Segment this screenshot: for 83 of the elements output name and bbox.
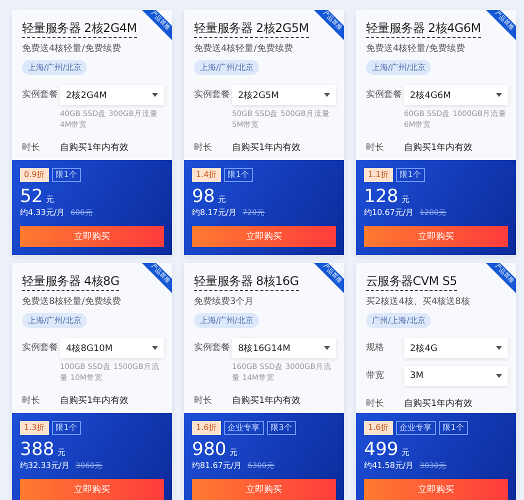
region-tag: 上海/广州/北京: [194, 60, 260, 75]
region-tag: 上海/广州/北京: [366, 60, 432, 75]
discount-badge: 1.4折: [192, 168, 221, 182]
region-tag: 上海/广州/北京: [194, 313, 260, 328]
limit-badge: 限1个: [224, 168, 253, 182]
limit-badge: 企业专享: [224, 421, 264, 435]
price: 980: [192, 439, 226, 460]
duration-text: 自购买1年内有效: [232, 142, 302, 155]
select-field[interactable]: 2核2G5M: [232, 85, 336, 105]
field-label: 规格: [366, 342, 385, 355]
caret-icon: [496, 93, 502, 97]
caret-icon: [152, 346, 158, 350]
select-field[interactable]: 3M: [404, 366, 508, 386]
product-title: 轻量服务器 8核16G: [194, 273, 299, 291]
product-subtitle: 免费送4核轻量/免费续费: [22, 42, 122, 55]
product-subtitle: 免费送8核轻量/免费续费: [22, 296, 122, 308]
product-title: 轻量服务器 4核8G: [22, 273, 120, 291]
limit-badge: 限1个: [52, 421, 81, 435]
price-unit: 元: [401, 194, 410, 205]
monthly-price: 约41.58元/月: [364, 460, 414, 471]
field-label: 实例套餐: [194, 342, 231, 355]
price-unit: 元: [229, 447, 238, 458]
discount-badge: 1.1折: [364, 168, 393, 182]
field-label: 实例套餐: [366, 88, 403, 102]
price: 388: [20, 439, 54, 460]
select-field[interactable]: 8核16G14M: [232, 338, 336, 358]
price: 128: [364, 186, 398, 207]
caret-icon: [496, 346, 502, 350]
field-label: 时长: [22, 394, 41, 408]
caret-icon: [496, 374, 502, 378]
select-field[interactable]: 2核2G4M: [60, 85, 164, 105]
product-title: 云服务器CVM S5: [366, 273, 458, 291]
price: 98: [192, 186, 215, 207]
limit-badge: 限1个: [438, 421, 468, 435]
duration-text: 自购买1年内有效: [60, 142, 130, 155]
product-title: 轻量服务器 2核4G6M: [366, 20, 481, 38]
caret-icon: [324, 346, 330, 350]
field-label: 实例套餐: [22, 342, 59, 355]
price-unit: 元: [57, 447, 66, 458]
price: 499: [364, 439, 398, 460]
duration-text: 自购买1年内有效: [232, 394, 302, 408]
product-title: 轻量服务器 2核2G4M: [22, 20, 137, 38]
region-tag: 上海/广州/北京: [22, 313, 88, 328]
monthly-price: 约10.67元/月: [364, 207, 414, 218]
field-label: 实例套餐: [22, 88, 59, 102]
price-unit: 元: [46, 194, 54, 205]
field-label: 带宽: [366, 370, 385, 383]
caret-icon: [324, 93, 330, 97]
field-label: 时长: [366, 398, 385, 411]
region-tag: 上海/广州/北京: [22, 60, 88, 75]
field-label: 时长: [194, 394, 213, 408]
field-label: 实例套餐: [194, 88, 231, 102]
price-unit: 元: [218, 194, 226, 205]
product-subtitle: 免费送4核轻量/免费续费: [366, 42, 466, 55]
select-field[interactable]: 2核4G: [404, 338, 508, 358]
monthly-price: 约4.33元/月: [20, 207, 65, 218]
price: 52: [20, 186, 43, 207]
discount-badge: 1.3折: [20, 421, 49, 435]
limit-badge: 限3个: [266, 421, 296, 435]
limit-badge: 限1个: [52, 168, 81, 182]
monthly-price: 约81.67元/月: [192, 460, 242, 471]
limit-badge: 企业专享: [396, 421, 436, 435]
product-title: 轻量服务器 2核2G5M: [194, 20, 309, 38]
caret-icon: [152, 93, 158, 97]
limit-badge: 限1个: [396, 168, 425, 182]
discount-badge: 1.6折: [192, 421, 221, 435]
duration-text: 自购买1年内有效: [60, 394, 130, 408]
field-label: 时长: [22, 142, 41, 155]
region-tag: 广州/上海/北京: [366, 313, 432, 328]
monthly-price: 约8.17元/月: [192, 207, 237, 218]
field-label: 时长: [366, 142, 385, 155]
discount-badge: 0.9折: [20, 168, 49, 182]
select-field[interactable]: 4核8G10M: [60, 338, 164, 358]
product-subtitle: 免费送4核轻量/免费续费: [194, 42, 294, 55]
select-field[interactable]: 2核4G6M: [404, 85, 508, 105]
product-subtitle: 买2核送4核、买4核送8核: [366, 296, 471, 308]
price-unit: 元: [401, 447, 410, 458]
duration-text: 自购买1年内有效: [404, 398, 474, 411]
field-label: 时长: [194, 142, 213, 155]
product-subtitle: 免费续费3个月: [194, 296, 255, 308]
discount-badge: 1.6折: [364, 421, 393, 435]
duration-text: 自购买1年内有效: [404, 142, 474, 155]
monthly-price: 约32.33元/月: [20, 460, 70, 471]
